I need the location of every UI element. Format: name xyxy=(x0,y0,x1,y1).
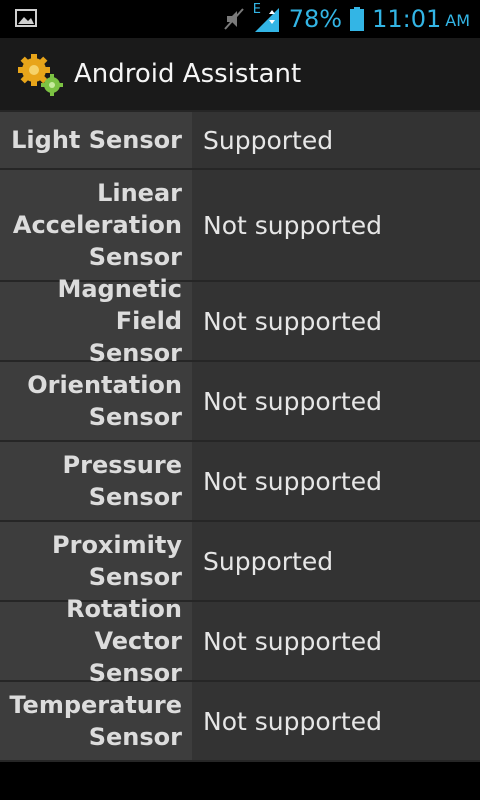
sensor-row[interactable]: Proximity Sensor Supported xyxy=(0,522,480,602)
signal-indicator: E xyxy=(253,2,281,34)
sensor-row[interactable]: Pressure Sensor Not supported xyxy=(0,442,480,522)
sensor-row[interactable]: Orientation Sensor Not supported xyxy=(0,362,480,442)
battery-percent: 78% xyxy=(288,5,343,33)
clock-ampm: AM xyxy=(445,11,470,30)
sensor-row[interactable]: Temperature Sensor Not supported xyxy=(0,682,480,762)
app-title: Android Assistant xyxy=(74,59,302,89)
status-indicators: E 78% 11:01 AM xyxy=(215,0,470,38)
mute-icon xyxy=(223,8,244,30)
status-bar: E 78% 11:01 AM xyxy=(0,0,480,38)
sensor-rows: SensorNot supportedLight SensorSupported… xyxy=(0,110,480,762)
gears-icon[interactable] xyxy=(16,52,64,96)
signal-icon xyxy=(254,8,279,32)
sensor-status: Not supported xyxy=(192,442,480,520)
battery-icon xyxy=(350,7,365,31)
sensor-name: Linear Acceleration Sensor xyxy=(0,170,192,280)
sensor-status: Not supported xyxy=(192,602,480,680)
action-bar: Android Assistant xyxy=(0,38,480,111)
sensor-name: Orientation Sensor xyxy=(0,362,192,440)
sensor-name: Temperature Sensor xyxy=(0,682,192,760)
sensor-row[interactable]: Light Sensor Supported xyxy=(0,112,480,170)
sensor-row[interactable]: Magnetic Field Sensor Not supported xyxy=(0,275,480,367)
sensor-name: Pressure Sensor xyxy=(0,442,192,520)
sensor-status: Not supported xyxy=(192,362,480,440)
sensor-row[interactable]: Rotation Vector Sensor Not supported xyxy=(0,595,480,687)
sensor-status: Supported xyxy=(192,522,480,600)
picture-icon xyxy=(15,9,37,27)
sensor-name: Magnetic Field Sensor xyxy=(0,275,192,367)
clock-time: 11:01 xyxy=(372,5,442,33)
sensor-status: Not supported xyxy=(192,282,480,360)
sensor-list[interactable]: SensorNot supportedLight SensorSupported… xyxy=(0,110,480,800)
sensor-status: Supported xyxy=(192,112,480,168)
sensor-name: Rotation Vector Sensor xyxy=(0,595,192,687)
sensor-status: Not supported xyxy=(192,682,480,760)
sensor-row[interactable]: Linear Acceleration Sensor Not supported xyxy=(0,170,480,282)
sensor-name: Proximity Sensor xyxy=(0,522,192,600)
sensor-name: Light Sensor xyxy=(0,112,192,168)
sensor-status: Not supported xyxy=(192,170,480,280)
